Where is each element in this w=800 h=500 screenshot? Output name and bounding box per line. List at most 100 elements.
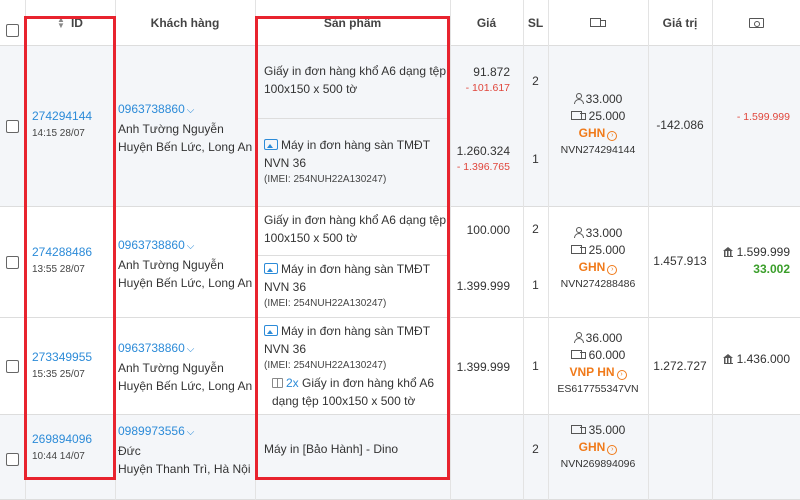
truck-icon [570, 111, 587, 121]
customer-info: 0963738860 ⌵ Anh Tường Nguyễn Huyện Bến L… [118, 339, 253, 395]
order-value: 1.457.913 [653, 254, 707, 268]
orders-table: ▲ ▼ ID Khách hàng Sản phẩm Giá SL Giá trị… [0, 0, 800, 500]
arrow-right-circle-icon[interactable]: › [607, 265, 618, 275]
person-icon [573, 227, 584, 238]
shipping-info: 35.000 GHN › NVN269894096 [548, 422, 648, 473]
order-time: 15:35 25/07 [32, 369, 85, 380]
customer-name: Anh Tường Nguyễn [118, 361, 224, 375]
row-checkbox[interactable] [6, 120, 19, 133]
column-divider [115, 0, 116, 500]
table-row: 273349955 15:35 25/07 0963738860 ⌵ Anh Tư… [0, 318, 800, 415]
customer-phone-link[interactable]: 0963738860 [118, 102, 185, 116]
shipping-info: 33.000 25.000 GHN › NVN274294144 [548, 91, 648, 159]
product-item: Máy in đơn hàng sàn TMĐT NVN 36 (IMEI: 2… [264, 262, 430, 309]
customer-info: 0963738860 ⌵ Anh Tường Nguyễn Huyện Bến L… [118, 100, 253, 156]
row-checkbox[interactable] [6, 453, 19, 466]
column-divider [648, 0, 649, 500]
select-all-checkbox[interactable] [6, 24, 19, 37]
item-qty: 2 [532, 74, 539, 88]
product-item: Máy in đơn hàng sàn TMĐT NVN 36 (IMEI: 2… [264, 138, 430, 185]
order-id-link[interactable]: 274288486 [32, 245, 92, 259]
customer-name: Anh Tường Nguyễn [118, 122, 224, 136]
column-divider [450, 0, 451, 500]
row-checkbox[interactable] [6, 256, 19, 269]
cash-icon [748, 18, 764, 28]
carrier-link[interactable]: GHN [579, 440, 606, 454]
carrier-link[interactable]: GHN [579, 260, 606, 274]
header-id[interactable]: ▲ ▼ ID [25, 0, 115, 46]
customer-address: Huyện Bến Lức, Long An [118, 140, 253, 154]
gift-icon [272, 378, 283, 388]
order-time: 10:44 14/07 [32, 451, 85, 462]
customer-address: Huyện Bến Lức, Long An [118, 379, 253, 393]
item-divider [255, 118, 450, 119]
payment-info: 1.599.999 33.002 [712, 244, 800, 278]
header-qty: SL [527, 16, 544, 30]
customer-name: Anh Tường Nguyễn [118, 258, 224, 272]
image-icon[interactable] [264, 325, 278, 336]
truck-icon [570, 245, 587, 255]
header-customer: Khách hàng [150, 16, 220, 30]
product-item: Máy in đơn hàng sàn TMĐT NVN 36 (IMEI: 2… [264, 322, 449, 410]
order-id-link[interactable]: 273349955 [32, 350, 92, 364]
order-value: -142.086 [656, 118, 704, 132]
tracking-code: NVN274288486 [560, 278, 636, 290]
column-divider [25, 0, 26, 500]
truck-icon [589, 17, 607, 29]
tracking-code: ES617755347VN [557, 383, 639, 395]
carrier-link[interactable]: GHN [579, 126, 606, 140]
payment-info: - 1.599.999 [736, 111, 790, 123]
chevron-down-icon[interactable]: ⌵ [187, 105, 195, 116]
column-divider [523, 0, 524, 500]
table-row: 274288486 13:55 28/07 0963738860 ⌵ Anh Tư… [0, 207, 800, 318]
customer-phone-link[interactable]: 0963738860 [118, 341, 185, 355]
customer-phone-link[interactable]: 0989973556 [118, 424, 185, 438]
customer-phone-link[interactable]: 0963738860 [118, 238, 185, 252]
customer-info: 0963738860 ⌵ Anh Tường Nguyễn Huyện Bến L… [118, 236, 253, 292]
person-icon [573, 332, 584, 343]
item-price: 91.872 - 101.617 [465, 65, 510, 94]
table-row: 274294144 14:15 28/07 0963738860 ⌵ Anh Tư… [0, 46, 800, 207]
image-icon[interactable] [264, 139, 278, 150]
arrow-right-circle-icon[interactable]: › [607, 131, 618, 141]
chevron-down-icon[interactable]: ⌵ [187, 241, 195, 252]
person-icon [573, 93, 584, 104]
sort-icon[interactable]: ▲ ▼ [57, 16, 65, 30]
payment-extra: 33.002 [753, 262, 790, 276]
customer-address: Huyện Thanh Trì, Hà Nội [118, 462, 251, 476]
image-icon[interactable] [264, 263, 278, 274]
chevron-down-icon[interactable]: ⌵ [187, 427, 195, 438]
customer-name: Đức [118, 444, 141, 458]
item-qty: 2 [532, 442, 539, 456]
header-price: Giá [476, 16, 497, 30]
bank-icon [722, 247, 734, 257]
arrow-right-circle-icon[interactable]: › [607, 445, 618, 455]
order-id-link[interactable]: 269894096 [32, 432, 92, 446]
table-header: ▲ ▼ ID Khách hàng Sản phẩm Giá SL Giá trị [0, 0, 800, 46]
header-value: Giá trị [662, 16, 698, 30]
tracking-code: NVN269894096 [560, 458, 636, 470]
row-checkbox[interactable] [6, 360, 19, 373]
arrow-right-circle-icon[interactable]: › [616, 370, 627, 380]
column-divider [548, 0, 549, 500]
payment-info: 1.436.000 [712, 351, 800, 368]
item-divider [255, 255, 450, 256]
shipping-info: 33.000 25.000 GHN › NVN274288486 [548, 225, 648, 293]
order-time: 14:15 28/07 [32, 128, 85, 139]
product-item: Giấy in đơn hàng khổ A6 dạng tệp 100x150… [264, 213, 447, 245]
column-divider [712, 0, 713, 500]
order-value: 1.272.727 [653, 359, 707, 373]
gift-item: 2x Giấy in đơn hàng khổ A6 dạng tệp 100x… [272, 376, 434, 408]
item-qty: 1 [532, 359, 539, 373]
customer-address: Huyện Bến Lức, Long An [118, 276, 253, 290]
order-time: 13:55 28/07 [32, 264, 85, 275]
header-payment [712, 0, 800, 46]
shipping-info: 36.000 60.000 VNP HN › ES617755347VN [548, 330, 648, 398]
order-id-link[interactable]: 274294144 [32, 109, 92, 123]
column-divider [255, 0, 256, 500]
chevron-down-icon[interactable]: ⌵ [187, 344, 195, 355]
carrier-link[interactable]: VNP HN [569, 365, 614, 379]
bank-icon [722, 354, 734, 364]
truck-icon [570, 425, 587, 435]
item-price: 1.399.999 [456, 279, 510, 293]
